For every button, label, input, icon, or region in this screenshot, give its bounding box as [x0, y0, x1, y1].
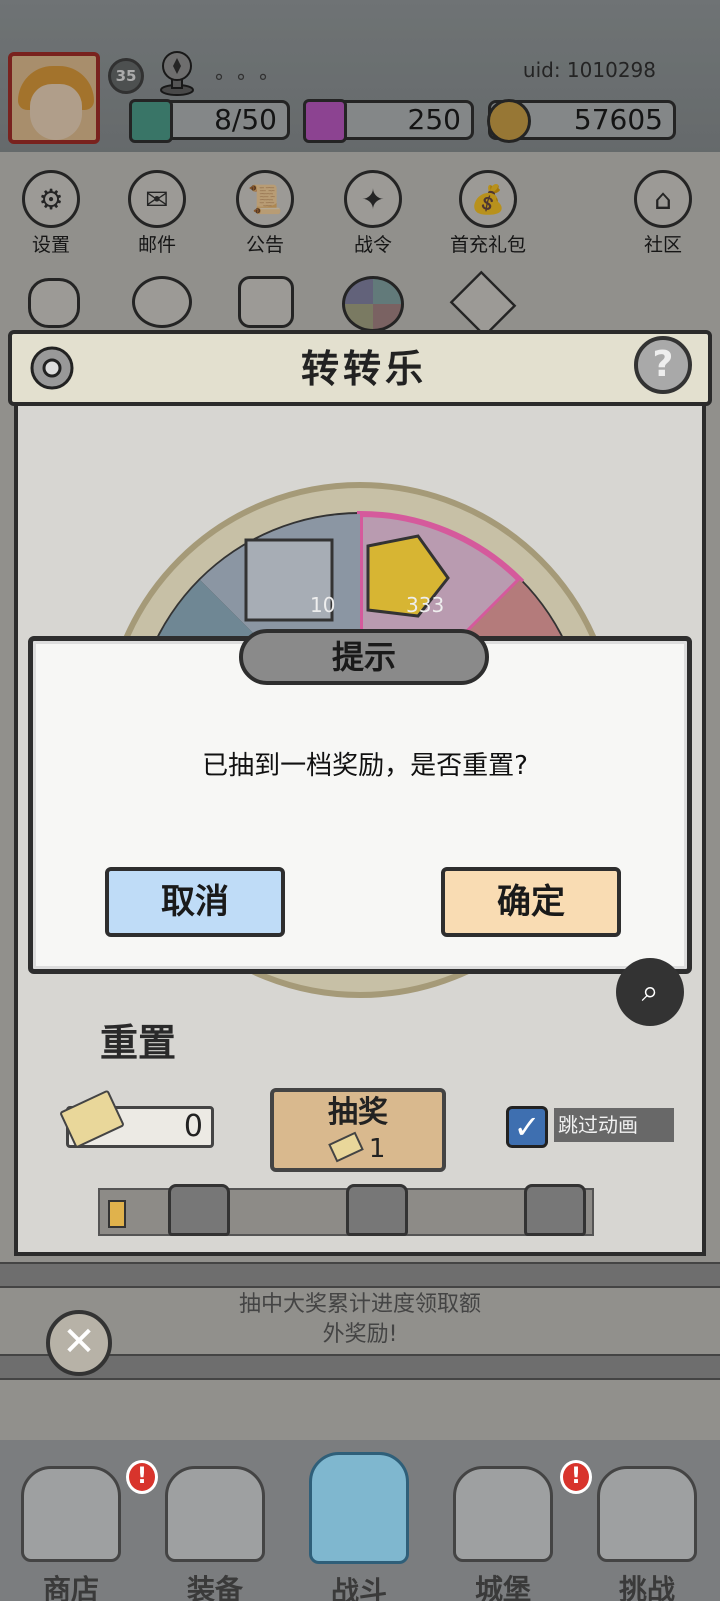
- nav-tab-castle-label: 城堡: [474, 1573, 531, 1601]
- confirm-button[interactable]: 确定: [441, 867, 621, 937]
- draw-cost-value: 1: [368, 1134, 386, 1164]
- nav-tab-battle[interactable]: 战斗: [294, 1452, 424, 1601]
- panel-gear-icon: [30, 346, 74, 390]
- cancel-button[interactable]: 取消: [105, 867, 285, 937]
- nav-tab-shop[interactable]: 商店: [6, 1466, 136, 1601]
- help-button[interactable]: ?: [634, 336, 692, 394]
- skip-animation-label: 跳过动画: [554, 1108, 674, 1142]
- shield-icon: [597, 1466, 697, 1562]
- dialog-title-plate: 提示: [239, 629, 489, 685]
- image-search-icon[interactable]: ⌕: [616, 958, 684, 1026]
- draw-cost: 1: [274, 1131, 442, 1164]
- hint-line-1: 抽中大奖累计进度领取额: [238, 1292, 481, 1317]
- close-button[interactable]: ✕: [46, 1310, 112, 1376]
- draw-button[interactable]: 抽奖 1: [270, 1088, 446, 1172]
- nav-tab-equipment-label: 装备: [186, 1573, 243, 1601]
- nav-tab-battle-label: 战斗: [330, 1575, 387, 1601]
- backpack-icon: [165, 1466, 265, 1562]
- reward-chest-icon[interactable]: [524, 1184, 586, 1236]
- reward-chest-icon[interactable]: [168, 1184, 230, 1236]
- skip-animation-checkbox[interactable]: ✓: [506, 1106, 548, 1148]
- dialog-message: 已抽到一档奖励，是否重置?: [202, 751, 528, 781]
- ticket-icon: [327, 1131, 364, 1163]
- progress-fill: [108, 1200, 126, 1228]
- castle-icon: [453, 1466, 553, 1562]
- slot-count-gold: 333: [406, 593, 444, 617]
- nav-tab-shop-label: 商店: [42, 1573, 99, 1601]
- ticket-count-value: 0: [183, 1109, 203, 1144]
- crossed-swords-icon: [309, 1452, 409, 1564]
- nav-tab-castle[interactable]: 城堡: [438, 1466, 568, 1601]
- spin-panel-header: 转转乐: [8, 330, 712, 406]
- panel-title: 转转乐: [300, 347, 427, 391]
- confirm-dialog: 提示 已抽到一档奖励，是否重置? 取消 确定: [28, 629, 692, 974]
- reset-label[interactable]: 重置: [100, 1012, 176, 1067]
- nav-tab-challenge-label: 挑战: [618, 1573, 675, 1601]
- nav-tab-challenge[interactable]: 挑战: [582, 1466, 712, 1601]
- draw-button-label: 抽奖: [328, 1095, 388, 1130]
- nav-tab-equipment[interactable]: 装备: [150, 1466, 280, 1601]
- shop-icon: [21, 1466, 121, 1562]
- dialog-title: 提示: [331, 638, 396, 676]
- slot-count-silver: 10: [310, 593, 335, 617]
- ticket-counter: 0: [59, 1089, 214, 1149]
- decorative-rail: [0, 1262, 720, 1288]
- reward-chest-icon[interactable]: [346, 1184, 408, 1236]
